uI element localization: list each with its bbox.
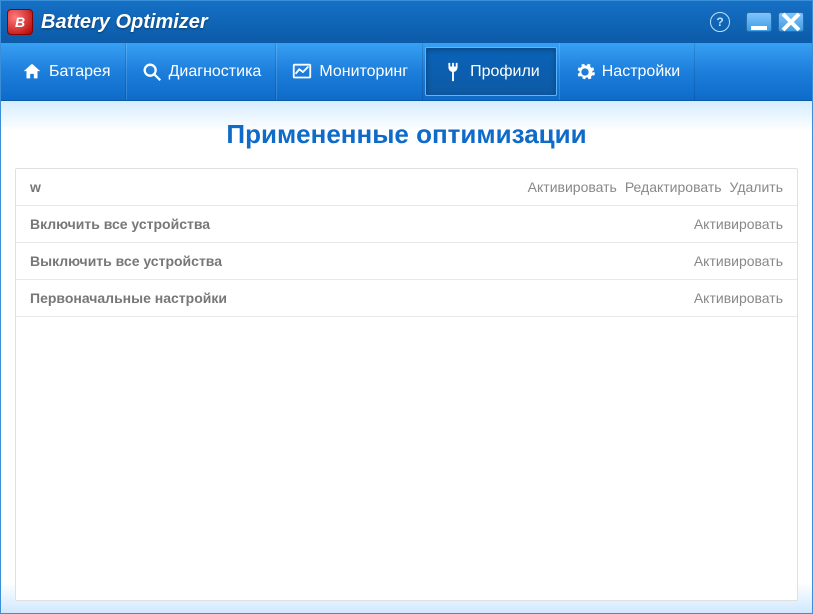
activate-link[interactable]: Активировать — [694, 253, 783, 269]
profile-name: Выключить все устройства — [30, 253, 694, 269]
profile-name: Первоначальные настройки — [30, 290, 694, 306]
page-title: Примененные оптимизации — [15, 119, 798, 150]
tab-settings-label: Настройки — [602, 63, 680, 81]
tab-battery-label: Батарея — [49, 63, 111, 81]
row-actions: Активировать Редактировать Удалить — [528, 179, 783, 195]
row-actions: Активировать — [694, 290, 783, 306]
tab-monitoring-label: Мониторинг — [319, 63, 408, 81]
app-title: Battery Optimizer — [41, 11, 710, 34]
content-area: Примененные оптимизации w Активировать Р… — [1, 101, 812, 613]
table-row: Первоначальные настройки Активировать — [16, 280, 797, 317]
app-logo-icon: B — [7, 9, 33, 35]
profile-name: w — [30, 179, 528, 195]
tab-profiles-label: Профили — [470, 63, 540, 81]
titlebar-controls: ? — [710, 12, 804, 32]
activate-link[interactable]: Активировать — [528, 179, 617, 195]
table-row: Выключить все устройства Активировать — [16, 243, 797, 280]
tab-monitoring[interactable]: Мониторинг — [276, 43, 423, 100]
tab-settings[interactable]: Настройки — [559, 43, 695, 100]
minimize-icon — [747, 10, 771, 34]
close-icon — [779, 10, 803, 34]
profile-name: Включить все устройства — [30, 216, 694, 232]
titlebar: B Battery Optimizer ? — [1, 1, 812, 43]
activate-link[interactable]: Активировать — [694, 290, 783, 306]
tab-profiles[interactable]: Профили — [425, 47, 557, 96]
delete-link[interactable]: Удалить — [730, 179, 783, 195]
row-actions: Активировать — [694, 253, 783, 269]
table-row: w Активировать Редактировать Удалить — [16, 169, 797, 206]
search-icon — [141, 61, 163, 83]
navbar: Батарея Диагностика Мониторинг Профили Н… — [1, 43, 812, 101]
row-actions: Активировать — [694, 216, 783, 232]
chart-icon — [291, 61, 313, 83]
plug-icon — [442, 61, 464, 83]
activate-link[interactable]: Активировать — [694, 216, 783, 232]
tab-diagnostics[interactable]: Диагностика — [126, 43, 277, 100]
gear-icon — [574, 61, 596, 83]
minimize-button[interactable] — [746, 12, 772, 32]
tab-diagnostics-label: Диагностика — [169, 63, 262, 81]
app-window: B Battery Optimizer ? Батарея — [0, 0, 813, 614]
help-button[interactable]: ? — [710, 12, 730, 32]
edit-link[interactable]: Редактировать — [625, 179, 722, 195]
tab-battery[interactable]: Батарея — [7, 43, 126, 100]
profiles-panel: w Активировать Редактировать Удалить Вкл… — [15, 168, 798, 601]
home-icon — [21, 61, 43, 83]
close-button[interactable] — [778, 12, 804, 32]
table-row: Включить все устройства Активировать — [16, 206, 797, 243]
